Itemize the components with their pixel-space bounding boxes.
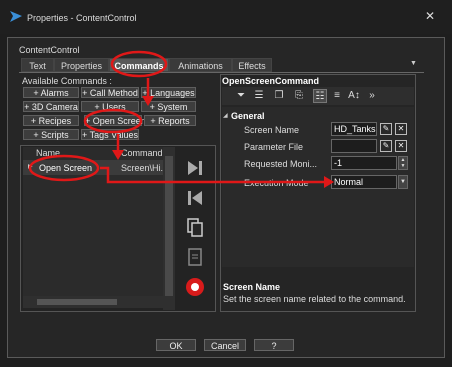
app-icon bbox=[9, 10, 23, 23]
cancel-button[interactable]: Cancel bbox=[204, 339, 246, 351]
command-title: OpenScreenCommand bbox=[222, 76, 320, 86]
help-button[interactable]: ? bbox=[254, 339, 294, 351]
screen-name-field[interactable]: HD_Tanks bbox=[331, 122, 377, 136]
copy-icon[interactable] bbox=[184, 217, 206, 239]
execution-mode-select[interactable]: Normal bbox=[331, 175, 397, 189]
cmd-tags-values-button[interactable]: + Tags Values bbox=[81, 129, 139, 140]
chevron-down-icon[interactable]: ▼ bbox=[398, 175, 408, 189]
tab-commands[interactable]: Commands bbox=[109, 58, 169, 72]
edit-icon[interactable]: ✎ bbox=[380, 123, 392, 135]
horizontal-scroll-thumb[interactable] bbox=[37, 299, 117, 305]
group-general: General bbox=[231, 111, 265, 121]
paste-icon[interactable] bbox=[184, 246, 206, 268]
cmd-open-screen-button[interactable]: + Open Screen bbox=[84, 115, 146, 126]
edit-icon[interactable]: ✎ bbox=[380, 140, 392, 152]
prop-label-execution-mode: Execution Mode bbox=[244, 178, 309, 188]
delete-icon[interactable] bbox=[184, 276, 206, 298]
requested-monitor-field[interactable]: -1 bbox=[331, 156, 397, 170]
cmd-system-button[interactable]: + System bbox=[141, 101, 196, 112]
parameter-file-field[interactable] bbox=[331, 139, 377, 153]
categorized-icon[interactable]: ☷ bbox=[313, 89, 327, 103]
column-header-name[interactable]: Name bbox=[36, 148, 60, 158]
tab-divider bbox=[19, 72, 424, 73]
prop-label-parameter-file: Parameter File bbox=[244, 142, 304, 152]
object-name: ContentControl bbox=[19, 45, 80, 55]
clear-icon[interactable]: ✕ bbox=[395, 140, 407, 152]
copy-props-icon[interactable]: ❐ bbox=[272, 89, 286, 103]
prop-label-requested-monitor: Requested Moni... bbox=[244, 159, 318, 169]
cmd-call-method-button[interactable]: + Call Method bbox=[81, 87, 139, 98]
tab-properties[interactable]: Properties bbox=[54, 58, 109, 72]
tab-text[interactable]: Text bbox=[21, 58, 54, 72]
group-collapse-icon[interactable]: ◢ bbox=[223, 112, 228, 119]
list-item-command: Screen\Hi... bbox=[121, 163, 163, 173]
move-last-icon[interactable] bbox=[184, 157, 206, 179]
list-view-icon[interactable]: ☰ bbox=[252, 89, 266, 103]
tab-overflow-icon[interactable]: ▼ bbox=[410, 60, 417, 67]
cmd-reports-button[interactable]: + Reports bbox=[144, 115, 196, 126]
description-title: Screen Name bbox=[223, 282, 281, 292]
cmd-3d-camera-button[interactable]: + 3D Camera bbox=[23, 101, 79, 112]
paste-props-icon[interactable]: ⎘ bbox=[292, 89, 306, 103]
expand-icon[interactable]: ▶ bbox=[28, 163, 33, 170]
tab-animations[interactable]: Animations bbox=[169, 58, 232, 72]
cmd-recipes-button[interactable]: + Recipes bbox=[23, 115, 79, 126]
description-text: Set the screen name related to the comma… bbox=[223, 294, 406, 304]
spinner-icon[interactable]: ▲ ▼ bbox=[398, 156, 408, 170]
alphabetical-icon[interactable]: A↕ bbox=[347, 89, 361, 103]
ok-button[interactable]: OK bbox=[156, 339, 196, 351]
close-icon[interactable]: ✕ bbox=[425, 9, 435, 23]
cmd-scripts-button[interactable]: + Scripts bbox=[23, 129, 79, 140]
sort-icon[interactable]: ≡ bbox=[330, 89, 344, 103]
tab-effects[interactable]: Effects bbox=[232, 58, 272, 72]
filter-icon[interactable]: ⏷ bbox=[234, 89, 248, 103]
available-commands-label: Available Commands : bbox=[22, 76, 112, 86]
prop-label-screen-name: Screen Name bbox=[244, 125, 300, 135]
window-title: Properties - ContentControl bbox=[27, 13, 137, 23]
clear-icon[interactable]: ✕ bbox=[395, 123, 407, 135]
list-item-name: Open Screen bbox=[39, 163, 93, 173]
column-header-command[interactable]: Command bbox=[121, 148, 163, 158]
expand-toolbar-icon[interactable]: » bbox=[365, 89, 379, 103]
cmd-languages-button[interactable]: + Languages bbox=[141, 87, 196, 98]
vertical-scroll-thumb[interactable] bbox=[165, 156, 173, 296]
cmd-alarms-button[interactable]: + Alarms bbox=[23, 87, 79, 98]
move-first-icon[interactable] bbox=[184, 187, 206, 209]
cmd-users-button[interactable]: + Users bbox=[81, 101, 139, 112]
